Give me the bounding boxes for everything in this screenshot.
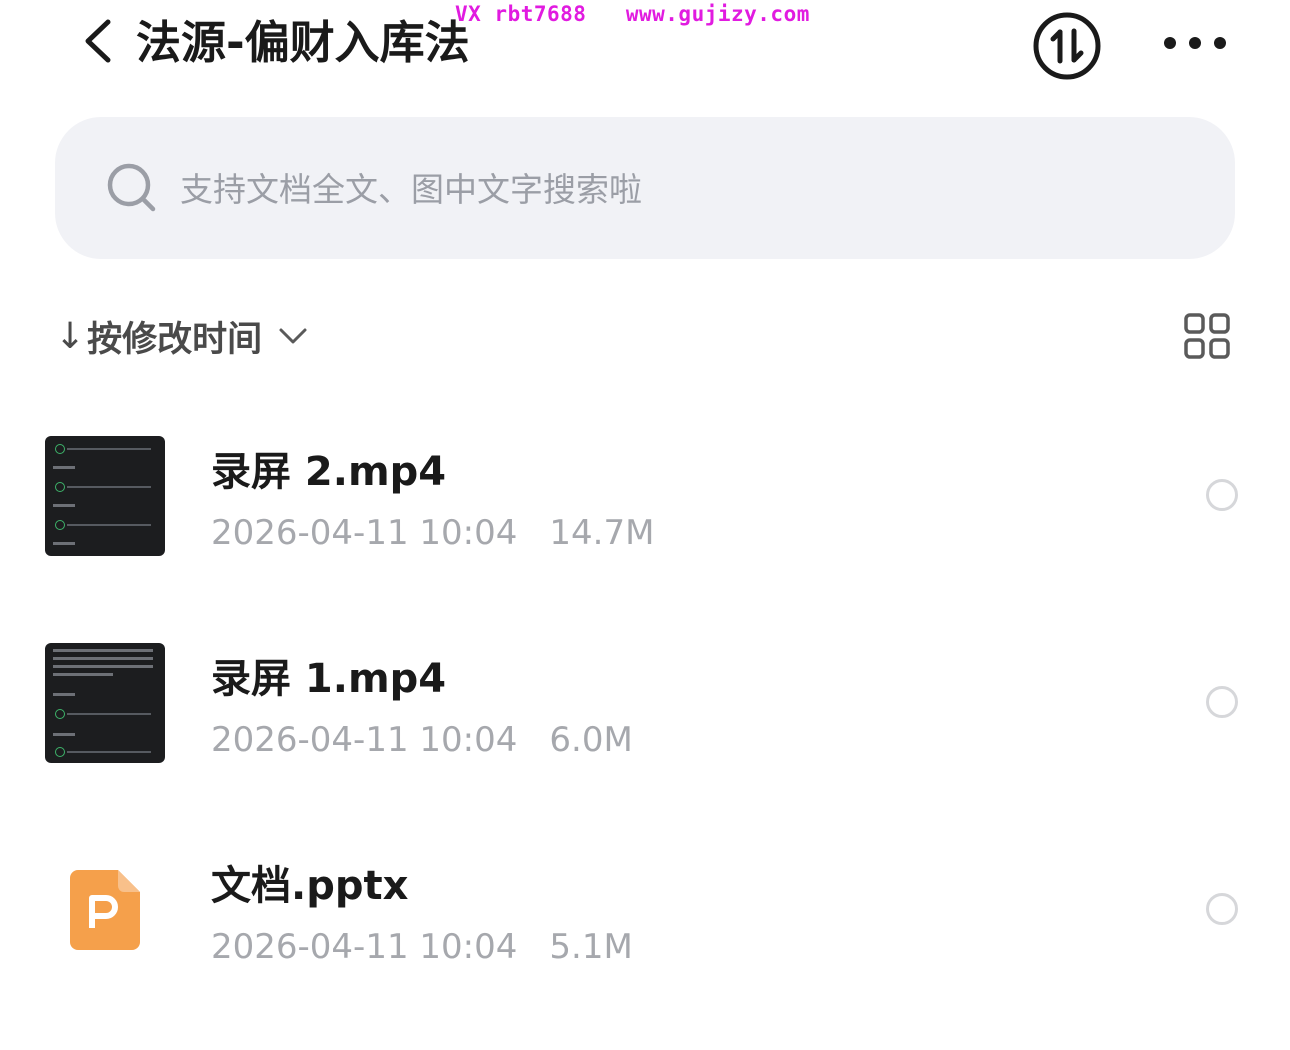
search-icon: [107, 163, 156, 212]
file-meta: 2026-04-11 10:04 14.7M: [211, 511, 654, 555]
more-dot-icon: [1214, 37, 1226, 49]
file-row[interactable]: 录屏 1.mp4 2026-04-11 10:04 6.0M: [0, 643, 1290, 833]
transfer-button[interactable]: [1032, 11, 1102, 81]
file-size: 14.7M: [549, 513, 655, 553]
sort-label: 按修改时间: [87, 319, 263, 360]
select-checkbox[interactable]: [1206, 893, 1238, 925]
back-button[interactable]: [78, 16, 122, 66]
file-name: 录屏 2.mp4: [211, 449, 447, 495]
file-row[interactable]: 文档.pptx 2026-04-11 10:04 5.1M: [0, 850, 1290, 1040]
chevron-down-icon: [279, 328, 307, 344]
select-checkbox[interactable]: [1206, 479, 1238, 511]
video-thumbnail: [45, 436, 165, 556]
video-thumbnail: [45, 643, 165, 763]
grid-view-icon[interactable]: [1184, 313, 1230, 359]
file-name: 文档.pptx: [211, 863, 409, 909]
more-dot-icon: [1189, 37, 1201, 49]
search-input[interactable]: [178, 164, 1162, 214]
sort-dropdown[interactable]: ↓ 按修改时间: [55, 310, 308, 362]
file-row[interactable]: 录屏 2.mp4 2026-04-11 10:04 14.7M: [0, 436, 1290, 626]
file-name: 录屏 1.mp4: [211, 656, 447, 702]
file-meta: 2026-04-11 10:04 5.1M: [211, 925, 633, 969]
chevron-left-icon: [85, 19, 111, 63]
file-size: 5.1M: [549, 927, 633, 967]
sort-direction-icon: ↓: [55, 315, 86, 357]
transfer-circle-icon: [1033, 12, 1101, 80]
file-size: 6.0M: [549, 720, 633, 760]
file-date: 2026-04-11 10:04: [211, 720, 518, 760]
more-dot-icon: [1164, 37, 1176, 49]
more-button[interactable]: [1164, 30, 1226, 56]
app-header: 法源-偏财入库法: [0, 0, 1290, 96]
file-meta: 2026-04-11 10:04 6.0M: [211, 718, 633, 762]
file-date: 2026-04-11 10:04: [211, 513, 518, 553]
pptx-file-icon: [70, 870, 140, 950]
page-title: 法源-偏财入库法: [136, 16, 470, 69]
select-checkbox[interactable]: [1206, 686, 1238, 718]
file-date: 2026-04-11 10:04: [211, 927, 518, 967]
